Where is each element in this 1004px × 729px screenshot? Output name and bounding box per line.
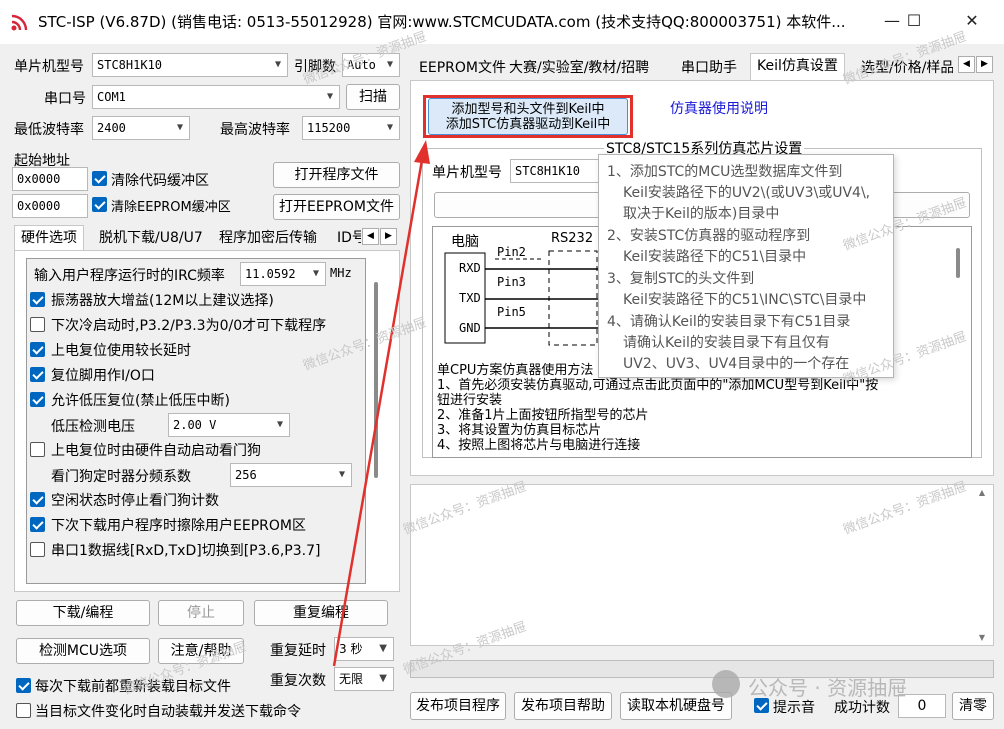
output-log-scrollbar[interactable]: ▲ ▼ <box>974 488 990 642</box>
read-disk-id-button[interactable]: 读取本机硬盘号 <box>620 692 732 720</box>
clear-count-button[interactable]: 清零 <box>952 692 994 720</box>
publish-help-button[interactable]: 发布项目帮助 <box>514 692 612 720</box>
watermark-brand: 公众号 · 资源抽屉 <box>748 676 908 700</box>
wechat-logo-icon <box>712 670 740 698</box>
publish-program-button[interactable]: 发布项目程序 <box>410 692 506 720</box>
